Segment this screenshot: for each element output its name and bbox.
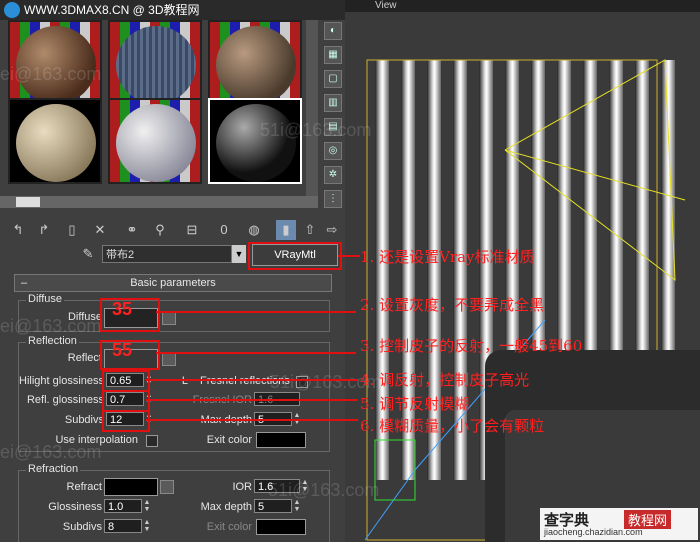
refraction-group-title: Refraction bbox=[26, 463, 81, 475]
material-slot[interactable] bbox=[108, 98, 202, 184]
material-slot[interactable] bbox=[108, 20, 202, 106]
material-name-field[interactable]: 带布2 bbox=[102, 245, 232, 263]
material-slot[interactable] bbox=[208, 20, 302, 106]
refraction-exit-color-label: Exit color bbox=[206, 521, 252, 533]
annotation-2: 2. 设置灰度，不要弄成全黑 bbox=[360, 296, 545, 314]
side-toolbar: ◐ ▦ ▢ ▥ ▤ ◎ ✲ ⋮ bbox=[322, 22, 344, 212]
basic-parameters-rollout[interactable]: – Basic parameters bbox=[14, 274, 332, 292]
show-end-result-icon[interactable]: ▮ bbox=[276, 220, 296, 240]
put-to-library-icon[interactable]: ⊟ bbox=[182, 220, 202, 240]
annotation-6: 6. 模糊质量，小了会有颗粒 bbox=[360, 417, 545, 435]
material-slot-selected[interactable] bbox=[208, 98, 302, 184]
slots-vertical-scrollbar[interactable] bbox=[306, 20, 318, 198]
eyedropper-icon[interactable]: ✎ bbox=[78, 244, 98, 264]
get-material-icon[interactable]: ↰ bbox=[8, 220, 28, 240]
put-to-scene-icon[interactable]: ↱ bbox=[34, 220, 54, 240]
hilight-glossiness-label: Hilight glossiness bbox=[19, 375, 104, 387]
go-to-parent-icon[interactable]: ⇧ bbox=[300, 220, 320, 240]
leader-line bbox=[156, 352, 356, 354]
rollout-title: Basic parameters bbox=[130, 277, 216, 289]
glossiness-spinner[interactable]: 1.0 bbox=[104, 499, 142, 513]
refraction-exit-color-swatch[interactable] bbox=[256, 519, 306, 535]
lock-button[interactable]: L bbox=[178, 375, 188, 387]
refraction-subdivs-spinner[interactable]: 8 bbox=[104, 519, 142, 533]
sample-type-icon[interactable]: ◐ bbox=[324, 22, 342, 40]
annotation-4: 4. 调反射，控制皮子高光 bbox=[360, 371, 530, 389]
glossiness-label: Glossiness bbox=[48, 501, 102, 513]
leader-line bbox=[146, 399, 358, 401]
material-slot[interactable] bbox=[8, 98, 102, 184]
uv-tiling-icon[interactable]: ▥ bbox=[324, 94, 342, 112]
reset-map-icon[interactable]: ✕ bbox=[90, 220, 110, 240]
site-title: WWW.3DMAX8.CN @ 3D教程网 bbox=[24, 3, 200, 17]
viewport[interactable]: View bbox=[345, 0, 700, 542]
annotation-5: 5. 调节反射模糊 bbox=[360, 395, 470, 413]
select-by-material-icon[interactable]: ⋮ bbox=[324, 190, 342, 208]
title-bar: WWW.3DMAX8.CN @ 3D教程网 bbox=[0, 0, 345, 20]
subdivs-label: Subdivs bbox=[64, 414, 104, 426]
leader-line bbox=[156, 311, 356, 313]
reflect-gray-value: 55 bbox=[112, 340, 133, 360]
highlight-box-material-type bbox=[248, 242, 342, 270]
refl-glossiness-label: Refl. glossiness bbox=[26, 394, 104, 406]
refract-map-button[interactable] bbox=[160, 480, 174, 494]
backlight-icon[interactable]: ▦ bbox=[324, 46, 342, 64]
leader-line bbox=[338, 255, 360, 257]
exit-color-label: Exit color bbox=[206, 434, 252, 446]
options-icon[interactable]: ✲ bbox=[324, 166, 342, 184]
spinner-arrows-icon[interactable]: ▲ ▼ bbox=[143, 499, 151, 513]
diffuse-group-title: Diffuse bbox=[26, 293, 65, 305]
slots-horizontal-scrollbar[interactable] bbox=[0, 196, 318, 208]
chevron-down-icon[interactable]: ▼ bbox=[232, 245, 246, 263]
material-slot[interactable] bbox=[8, 20, 102, 106]
rollout-toggle[interactable]: – bbox=[21, 275, 27, 291]
use-interpolation-checkbox[interactable] bbox=[146, 435, 158, 447]
go-forward-icon[interactable]: ⇨ bbox=[322, 220, 342, 240]
watermark: ei@163.com bbox=[0, 64, 102, 84]
highlight-box-hilight bbox=[102, 370, 150, 392]
spinner-arrows-icon[interactable]: ▲ ▼ bbox=[293, 499, 301, 513]
diffuse-map-button[interactable] bbox=[162, 311, 176, 325]
background-icon[interactable]: ▢ bbox=[324, 70, 342, 88]
watermark: 51i@163.com bbox=[260, 120, 372, 140]
brand-logo: 查字典 教程网 jiaocheng.chazidian.com bbox=[540, 508, 698, 540]
leader-line bbox=[146, 379, 358, 381]
refraction-subdivs-label: Subdivs bbox=[62, 521, 102, 533]
diffuse-gray-value: 35 bbox=[112, 299, 133, 319]
brand-url: jiaocheng.chazidian.com bbox=[544, 527, 643, 537]
watermark: 51i@163.com bbox=[268, 480, 380, 500]
app-logo-icon bbox=[4, 2, 20, 18]
annotation-1: 1. 还是设置Vray标准材质 bbox=[360, 248, 535, 266]
refract-label: Refract bbox=[66, 481, 102, 493]
reflect-map-button[interactable] bbox=[162, 352, 176, 366]
highlight-box-refl-gloss bbox=[102, 390, 150, 412]
make-preview-icon[interactable]: ◎ bbox=[324, 142, 342, 160]
refraction-max-depth-spinner[interactable]: 5 bbox=[254, 499, 292, 513]
material-toolbar: ↰ ↱ ▯ ✕ ⚭ ⚲ ⊟ 0 ◍ ▮ ⇧ ⇨ bbox=[0, 218, 345, 242]
watermark: ei@163.com bbox=[0, 316, 102, 336]
refraction-max-depth-label: Max depth bbox=[200, 501, 252, 513]
highlight-box-subdivs bbox=[102, 410, 150, 432]
show-map-icon[interactable]: ◍ bbox=[244, 220, 264, 240]
ior-label: IOR bbox=[232, 481, 252, 493]
exit-color-swatch[interactable] bbox=[256, 432, 306, 448]
annotation-3: 3. 控制皮子的反射，一般45到60 bbox=[360, 337, 583, 355]
refract-color-swatch[interactable] bbox=[104, 478, 158, 496]
leader-line bbox=[146, 419, 358, 421]
material-id-icon[interactable]: 0 bbox=[214, 220, 234, 240]
watermark: ei@163.com bbox=[0, 442, 102, 462]
reflect-label: Reflect bbox=[67, 352, 102, 364]
scroll-thumb[interactable] bbox=[16, 197, 40, 207]
make-unique-icon[interactable]: ⚲ bbox=[150, 220, 170, 240]
make-copy-icon[interactable]: ⚭ bbox=[122, 220, 142, 240]
assign-to-selection-icon[interactable]: ▯ bbox=[62, 220, 82, 240]
spinner-arrows-icon[interactable]: ▲ ▼ bbox=[143, 519, 151, 533]
